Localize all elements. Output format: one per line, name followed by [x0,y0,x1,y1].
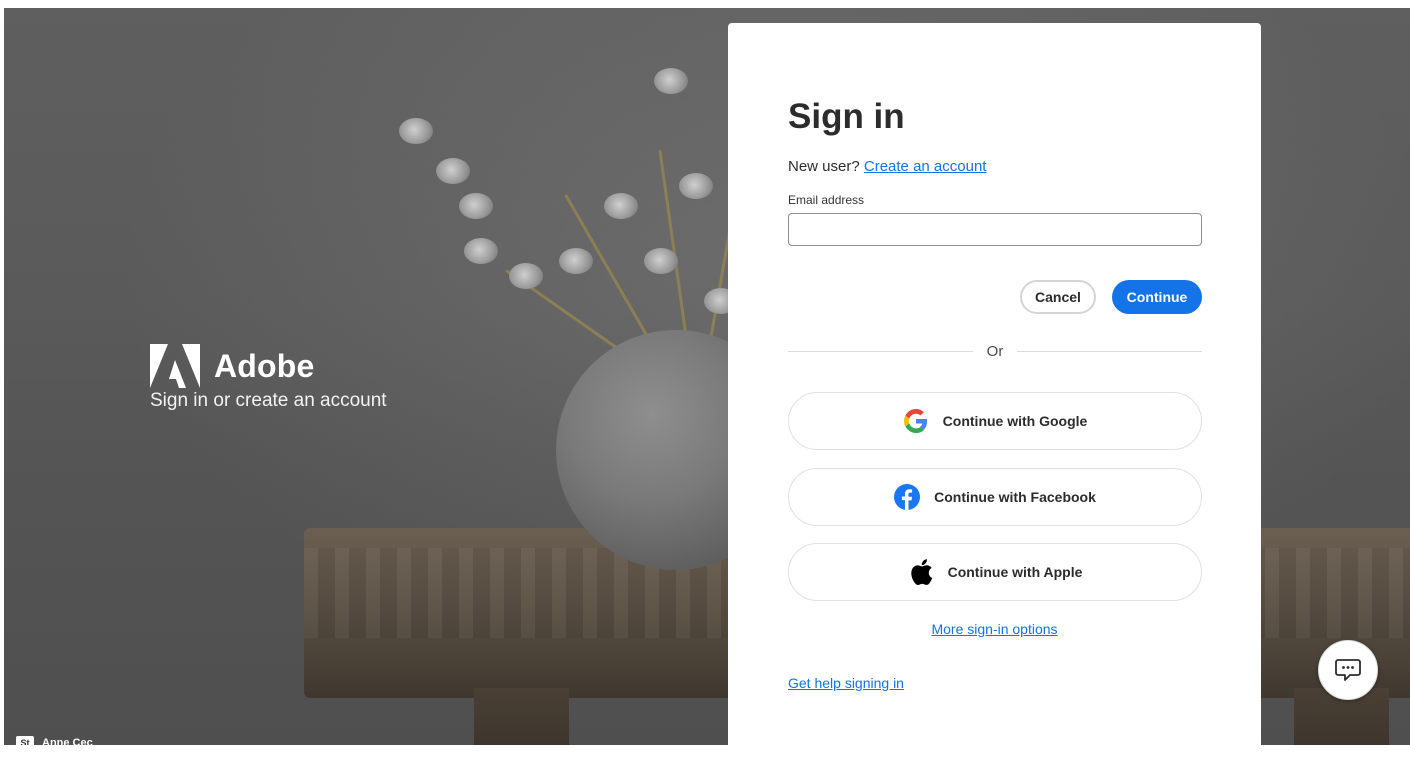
signin-card: Sign in New user? Create an account Emai… [728,23,1261,763]
facebook-icon [894,484,921,510]
badge-label: Anne Cec [42,737,93,745]
adobe-logo-icon [150,344,200,388]
chat-icon [1335,659,1361,681]
google-button-label: Continue with Google [942,413,1088,429]
cancel-button[interactable]: Cancel [1020,280,1096,314]
divider-text: Or [986,342,1004,360]
email-label: Email address [788,193,865,207]
more-options-row: More sign-in options [728,621,1261,637]
email-field[interactable] [788,213,1202,246]
continue-with-apple-button[interactable]: Continue with Apple [788,543,1202,601]
help-row: Get help signing in [788,675,904,691]
create-account-link[interactable]: Create an account [864,158,987,175]
bottom-badge: St Anne Cec [16,736,93,745]
brand-name: Adobe [214,347,315,384]
continue-with-google-button[interactable]: Continue with Google [788,392,1202,450]
chat-button[interactable] [1318,640,1378,700]
page-title: Sign in [788,97,905,136]
new-user-line: New user? Create an account [788,158,986,175]
new-user-prefix: New user? [788,158,860,175]
more-sign-in-options-link[interactable]: More sign-in options [931,621,1057,637]
get-help-link[interactable]: Get help signing in [788,675,904,691]
badge-icon: St [16,736,34,745]
brand-block: Adobe Sign in or create an account [150,344,387,412]
apple-icon [908,559,934,585]
continue-button[interactable]: Continue [1112,280,1202,314]
brand-tagline: Sign in or create an account [150,390,387,411]
or-divider: Or [788,341,1203,361]
google-icon [903,408,929,434]
continue-with-facebook-button[interactable]: Continue with Facebook [788,468,1202,526]
apple-button-label: Continue with Apple [947,564,1083,580]
facebook-button-label: Continue with Facebook [934,489,1096,505]
